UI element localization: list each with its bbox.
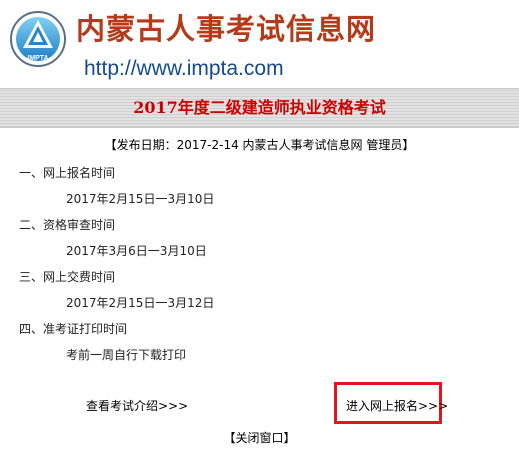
section-value-1: 2017年2月15日一3月10日 — [66, 192, 215, 206]
article-title: 2017年度二级建造师执业资格考试 — [133, 98, 386, 117]
exam-intro-link[interactable]: 查看考试介绍>>> — [86, 398, 188, 414]
site-header: IMPTA 内蒙古人事考试信息网 http://www.impta.com — [0, 0, 519, 86]
publish-meta: 【发布日期：2017-2-14 内蒙古人事考试信息网 管理员】 — [104, 138, 415, 152]
online-register-link[interactable]: 进入网上报名>>> — [346, 398, 448, 414]
section-heading-4: 四、准考证打印时间 — [19, 322, 128, 336]
section-value-3: 2017年2月15日一3月12日 — [66, 296, 215, 310]
site-url[interactable]: http://www.impta.com — [84, 57, 284, 81]
section-heading-3: 三、网上交费时间 — [19, 270, 116, 284]
impta-logo-icon: IMPTA — [10, 11, 66, 67]
section-value-4: 考前一周自行下载打印 — [66, 348, 187, 362]
section-heading-2: 二、资格审查时间 — [19, 218, 116, 232]
article-title-bar: 2017年度二级建造师执业资格考试 — [0, 88, 519, 128]
section-heading-1: 一、网上报名时间 — [19, 166, 116, 180]
logo-text: IMPTA — [27, 55, 48, 62]
close-window-button[interactable]: 【关闭窗口】 — [223, 431, 295, 445]
site-title: 内蒙古人事考试信息网 — [76, 12, 377, 46]
section-value-2: 2017年3月6日一3月10日 — [66, 244, 207, 258]
page: IMPTA 内蒙古人事考试信息网 http://www.impta.com 20… — [0, 0, 519, 458]
close-window-row: 【关闭窗口】 — [0, 430, 519, 446]
